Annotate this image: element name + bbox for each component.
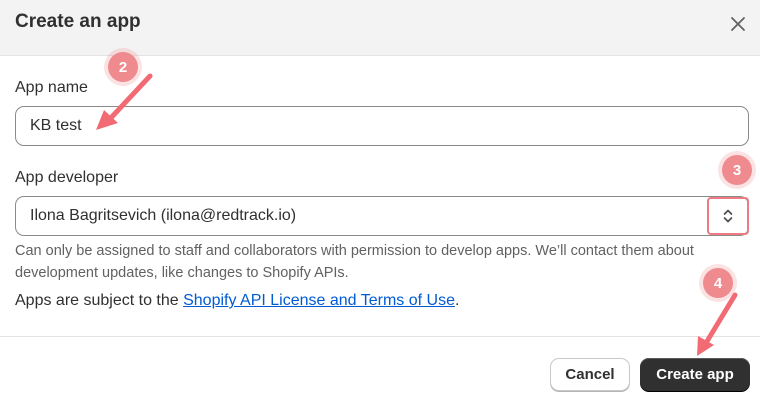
developer-help-text: Can only be assigned to staff and collab… bbox=[15, 243, 694, 281]
app-developer-value: Ilona Bagritsevich (ilona@redtrack.io) bbox=[30, 207, 297, 224]
app-developer-select[interactable]: Ilona Bagritsevich (ilona@redtrack.io) bbox=[15, 196, 749, 236]
developer-select-toggle[interactable] bbox=[707, 197, 749, 235]
chevron-up-down-icon bbox=[723, 209, 733, 223]
annotation-badge-3: 3 bbox=[722, 155, 752, 185]
annotation-badge-2: 2 bbox=[108, 52, 138, 82]
dialog-title: Create an app bbox=[15, 11, 141, 32]
close-icon bbox=[731, 17, 745, 31]
app-name-input[interactable]: KB test bbox=[15, 106, 749, 146]
app-developer-label: App developer bbox=[15, 169, 119, 186]
terms-link[interactable]: Shopify API License and Terms of Use bbox=[183, 292, 455, 309]
create-app-button[interactable]: Create app bbox=[640, 358, 750, 391]
app-name-label: App name bbox=[15, 79, 88, 96]
terms-text: Apps are subject to the Shopify API Lice… bbox=[15, 292, 459, 310]
annotation-arrowhead-4 bbox=[697, 336, 714, 356]
footer-divider bbox=[0, 336, 760, 337]
app-name-value: KB test bbox=[30, 117, 82, 134]
terms-suffix: . bbox=[454, 292, 460, 309]
close-button[interactable] bbox=[724, 10, 752, 38]
dialog-header: Create an app bbox=[0, 0, 760, 56]
annotation-badge-4: 4 bbox=[703, 268, 733, 298]
terms-prefix: Apps are subject to the bbox=[15, 292, 184, 309]
cancel-button[interactable]: Cancel bbox=[550, 358, 630, 391]
